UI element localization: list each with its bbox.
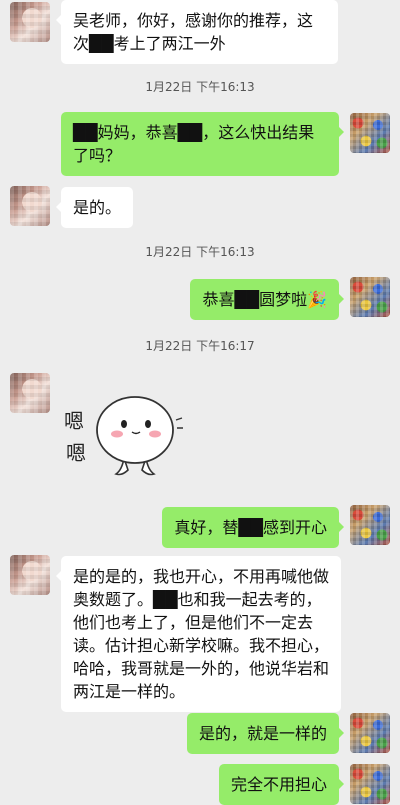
self-avatar[interactable] (350, 277, 390, 317)
message-bubble-outgoing[interactable]: 是的，就是一样的 (186, 713, 345, 754)
message-bubble-incoming[interactable]: 是的是的，我也开心，不用再喊他做奥数题了。██也和我一起去考的，他们也考上了，但… (56, 556, 341, 712)
message-timestamp: 1月22日 下午16:13 (145, 245, 255, 259)
svg-text:嗯: 嗯 (66, 441, 86, 465)
message-bubble-outgoing[interactable]: 真好，替██感到开心 (162, 507, 344, 548)
contact-avatar[interactable] (10, 2, 50, 42)
contact-avatar[interactable] (10, 186, 50, 226)
message-bubble-incoming[interactable]: 是的。 (55, 187, 134, 228)
sticker-caption: 嗯 (64, 409, 84, 433)
contact-avatar[interactable] (10, 373, 50, 413)
message-timestamp: 1月22日 下午16:17 (145, 339, 255, 353)
message-bubble-outgoing[interactable]: ██妈妈，恭喜██，这么快出结果了吗？ (61, 112, 344, 176)
message-bubble-incoming[interactable]: 吴老师，你好，感谢你的推荐，这次██考上了两江一外 (56, 0, 338, 64)
self-avatar[interactable] (350, 713, 390, 753)
self-avatar[interactable] (350, 505, 390, 545)
contact-avatar[interactable] (10, 555, 50, 595)
sticker-message[interactable]: 嗯 嗯 (58, 378, 188, 478)
message-bubble-outgoing[interactable]: 完全不用担心 (218, 764, 345, 805)
message-timestamp: 1月22日 下午16:13 (145, 80, 255, 94)
self-avatar[interactable] (350, 764, 390, 804)
self-avatar[interactable] (350, 113, 390, 153)
message-bubble-outgoing[interactable]: 恭喜██圆梦啦🎉 (190, 279, 344, 320)
dumpling-sticker-icon: 嗯 嗯 (64, 396, 183, 476)
